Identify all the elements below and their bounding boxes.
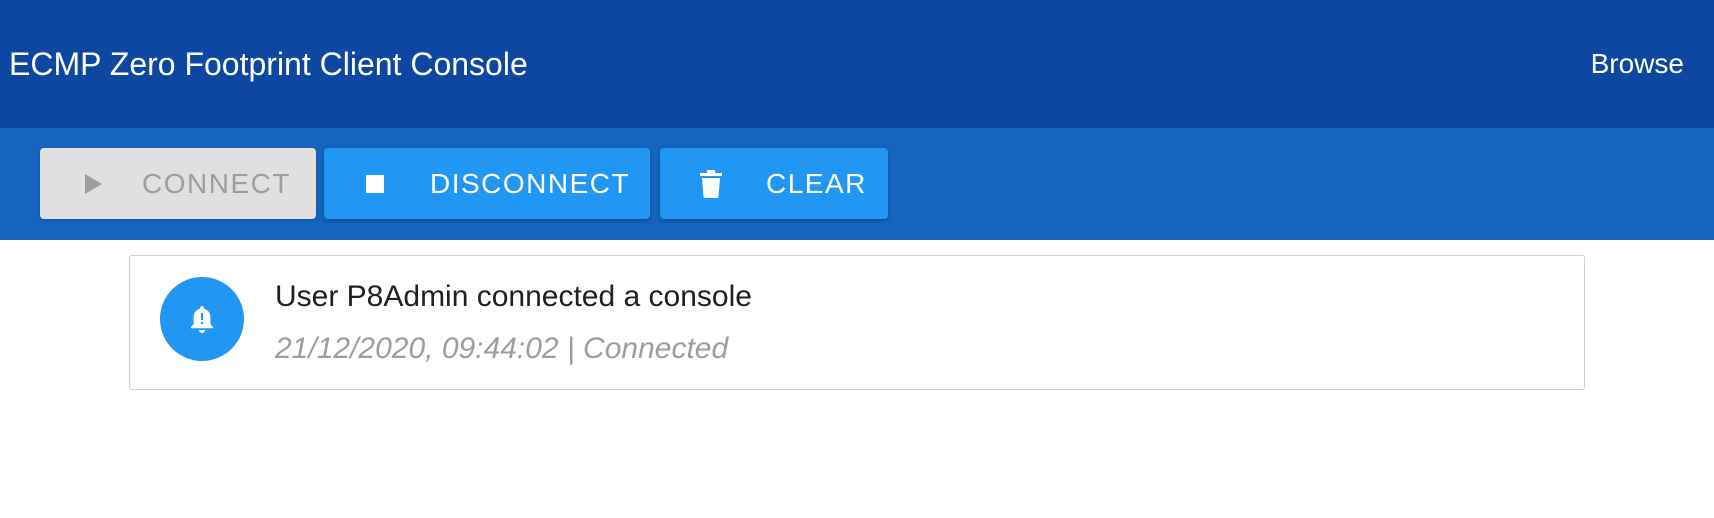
app-bar: ECMP Zero Footprint Client Console Brows… xyxy=(0,0,1714,128)
message-card: User P8Admin connected a console 21/12/2… xyxy=(129,255,1585,390)
disconnect-button-label: DISCONNECT xyxy=(430,167,631,199)
message-text: User P8Admin connected a console xyxy=(275,280,752,313)
app-title: ECMP Zero Footprint Client Console xyxy=(9,46,528,82)
bell-alert-icon xyxy=(160,277,244,361)
connect-button[interactable]: CONNECT xyxy=(40,148,316,219)
browse-link[interactable]: Browse xyxy=(1591,46,1684,82)
message-timestamp-status: 21/12/2020, 09:44:02 | Connected xyxy=(275,332,729,365)
clear-button[interactable]: CLEAR xyxy=(660,148,888,219)
trash-icon xyxy=(696,169,726,199)
disconnect-button[interactable]: DISCONNECT xyxy=(324,148,650,219)
stop-icon xyxy=(360,169,390,199)
toolbar: CONNECT DISCONNECT CLEAR xyxy=(0,128,1714,240)
play-icon xyxy=(78,169,108,199)
clear-button-label: CLEAR xyxy=(766,167,867,199)
connect-button-label: CONNECT xyxy=(142,167,291,199)
